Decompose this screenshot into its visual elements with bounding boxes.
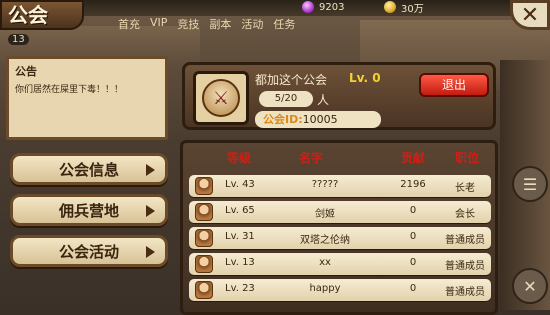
page-title: 公会 bbox=[0, 0, 84, 30]
avatar bbox=[195, 177, 213, 195]
member-position: 普通成员 bbox=[445, 287, 485, 298]
member-level: Lv. 13 bbox=[225, 257, 255, 268]
guild-id-value: 10005 bbox=[302, 113, 338, 126]
notice-text: 你们居然在屎里下毒！！！ bbox=[15, 85, 124, 95]
member-contribution: 0 bbox=[409, 257, 417, 268]
mercenary-camp-label: 佣兵营地 bbox=[58, 201, 119, 220]
member-contribution: 0 bbox=[409, 231, 417, 242]
arrow-right-icon bbox=[146, 205, 155, 217]
header-level: 等级 bbox=[227, 151, 252, 165]
guild-activity-label: 公会活动 bbox=[58, 242, 119, 261]
guild-info-button[interactable]: 公会信息 bbox=[10, 153, 168, 185]
gem-amount: 9203 bbox=[319, 1, 345, 13]
member-name: 剑姬 bbox=[315, 209, 335, 220]
member-name: ????? bbox=[311, 179, 339, 190]
member-level: Lv. 65 bbox=[225, 205, 255, 216]
member-level: Lv. 43 bbox=[225, 179, 255, 190]
avatar bbox=[195, 203, 213, 221]
member-name: 双塔之伦纳 bbox=[300, 235, 350, 246]
member-contribution: 0 bbox=[409, 283, 417, 294]
table-row[interactable]: Lv. 43 ????? 2196 长老 bbox=[189, 175, 491, 197]
nav-events[interactable]: 活动 bbox=[241, 16, 263, 32]
member-name: xx bbox=[319, 257, 331, 268]
player-level-badge: 13 bbox=[8, 34, 29, 45]
member-position: 普通成员 bbox=[445, 261, 485, 272]
member-name: happy bbox=[309, 283, 341, 294]
member-contribution: 0 bbox=[409, 205, 417, 216]
member-position: 会长 bbox=[455, 209, 475, 220]
member-list-panel: 等级 名字 贡献 职位 Lv. 43 ????? 2196 长老 Lv. 65 … bbox=[180, 140, 498, 315]
exit-guild-button[interactable]: 退出 bbox=[419, 73, 489, 97]
member-contribution: 2196 bbox=[400, 179, 426, 190]
table-row[interactable]: Lv. 31 双塔之伦纳 0 普通成员 bbox=[189, 227, 491, 249]
top-nav: 首充 VIP 竞技 副本 活动 任务 bbox=[118, 16, 295, 32]
nav-dungeon[interactable]: 副本 bbox=[209, 16, 231, 32]
avatar bbox=[195, 281, 213, 299]
arrow-right-icon bbox=[146, 246, 155, 258]
member-level: Lv. 23 bbox=[225, 283, 255, 294]
guild-crest-icon: ⚔ bbox=[202, 79, 240, 117]
guild-info-panel: ⚔ 都加这个公会 Lv. 0 5/20 人 公会ID:10005 退出 bbox=[182, 62, 496, 130]
gold-coin-icon bbox=[384, 1, 396, 13]
avatar bbox=[195, 255, 213, 273]
gold-counter: 30万 bbox=[384, 0, 424, 15]
close-icon: ✕ bbox=[520, 2, 540, 28]
header-position: 职位 bbox=[455, 151, 480, 165]
table-row[interactable]: Lv. 13 xx 0 普通成员 bbox=[189, 253, 491, 275]
guild-info-label: 公会信息 bbox=[58, 160, 119, 179]
nav-vip[interactable]: VIP bbox=[150, 16, 167, 32]
nav-first-recharge[interactable]: 首充 bbox=[118, 16, 140, 32]
member-position: 普通成员 bbox=[445, 235, 485, 246]
chat-icon: ☰ bbox=[522, 174, 538, 194]
crossed-swords-icon: ✕ bbox=[523, 276, 537, 296]
gem-counter: 9203 bbox=[302, 0, 344, 14]
header-contribution: 贡献 bbox=[401, 151, 426, 165]
member-count: 5/20 bbox=[259, 91, 313, 107]
guild-id-label: 公会ID: bbox=[263, 113, 303, 126]
guild-notice-board: 公告 你们居然在屎里下毒！！！ bbox=[6, 56, 168, 140]
member-unit: 人 bbox=[317, 93, 330, 107]
guild-activity-button[interactable]: 公会活动 bbox=[10, 235, 168, 267]
mercenary-camp-button[interactable]: 佣兵营地 bbox=[10, 194, 168, 226]
member-position: 长老 bbox=[455, 183, 475, 194]
header-name: 名字 bbox=[299, 151, 324, 165]
table-row[interactable]: Lv. 23 happy 0 普通成员 bbox=[189, 279, 491, 301]
notice-heading: 公告 bbox=[15, 65, 37, 78]
gold-amount: 30万 bbox=[401, 3, 424, 15]
chat-button[interactable]: ☰ bbox=[512, 166, 548, 202]
guild-level: Lv. 0 bbox=[349, 71, 381, 85]
guild-emblem: ⚔ bbox=[193, 71, 249, 125]
avatar bbox=[195, 229, 213, 247]
table-row[interactable]: Lv. 65 剑姬 0 会长 bbox=[189, 201, 491, 223]
nav-arena[interactable]: 竞技 bbox=[177, 16, 199, 32]
arrow-right-icon bbox=[146, 164, 155, 176]
nav-quests[interactable]: 任务 bbox=[273, 16, 295, 32]
guild-id: 公会ID:10005 bbox=[255, 111, 381, 128]
guild-name: 都加这个公会 bbox=[255, 73, 328, 87]
gem-icon bbox=[302, 1, 314, 13]
battle-button[interactable]: ✕ bbox=[512, 268, 548, 304]
member-level: Lv. 31 bbox=[225, 231, 255, 242]
